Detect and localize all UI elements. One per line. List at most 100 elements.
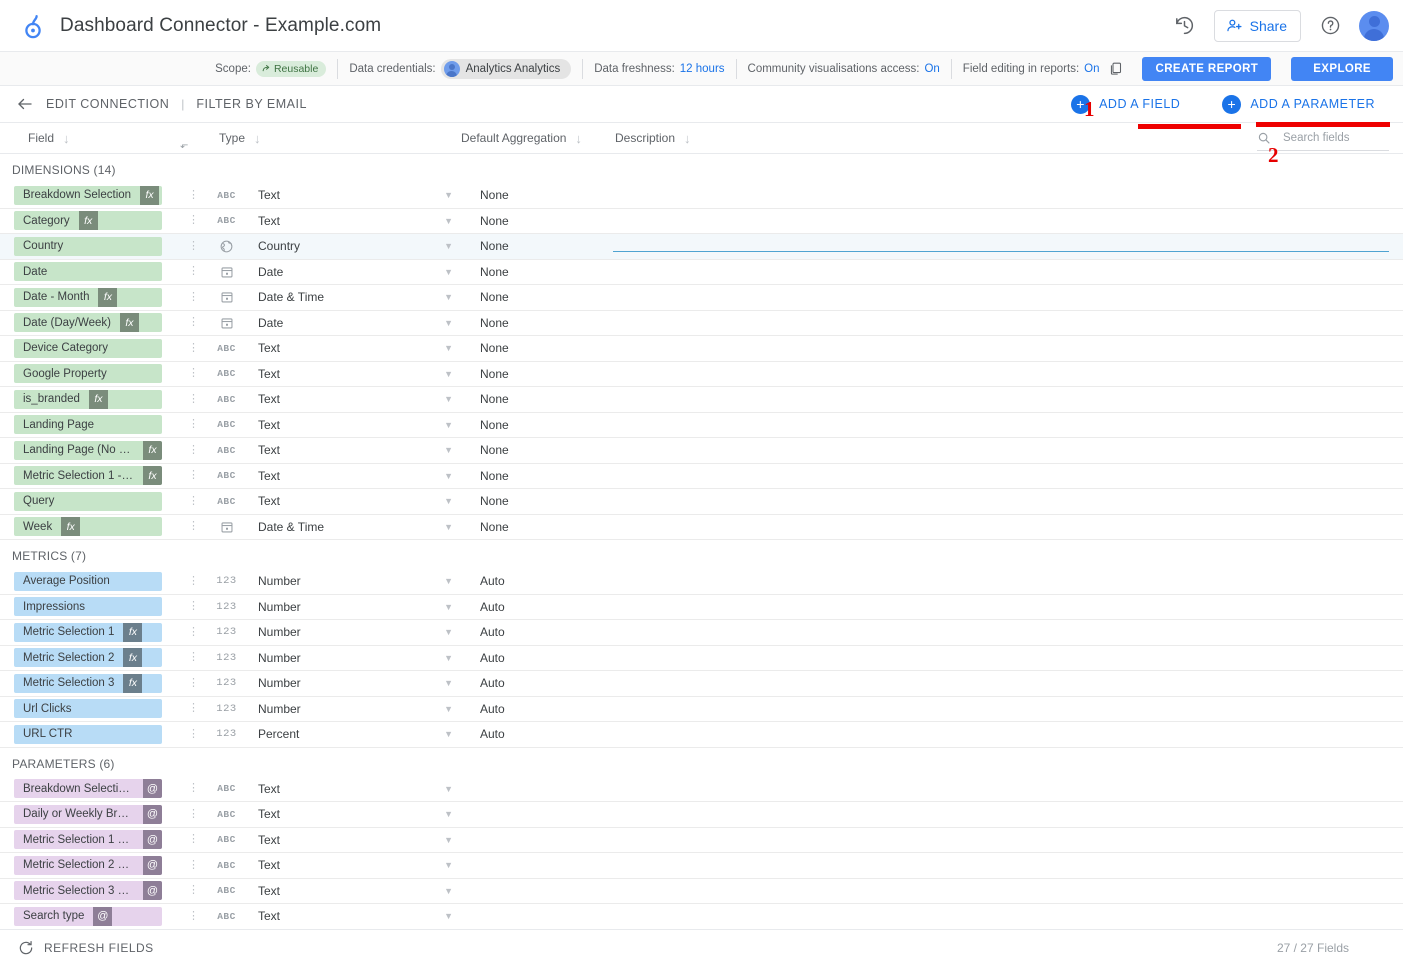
field-chip[interactable]: Metric Selection 1 - Box fx bbox=[14, 466, 162, 486]
row-more-options-button[interactable]: ⋮ bbox=[180, 808, 207, 819]
avatar[interactable] bbox=[1359, 10, 1389, 41]
column-header-type[interactable]: Type ↓ bbox=[180, 131, 461, 145]
field-name-cell[interactable]: Average Position bbox=[0, 571, 180, 591]
field-badge-formula-icon[interactable]: fx bbox=[88, 389, 108, 409]
default-aggregation-cell[interactable]: Auto bbox=[461, 651, 613, 665]
chevron-down-icon[interactable]: ▼ bbox=[444, 216, 453, 226]
field-name-cell[interactable]: Metric Selection 1 Param…@ bbox=[0, 830, 180, 850]
row-more-options-button[interactable]: ⋮ bbox=[180, 470, 207, 481]
chevron-down-icon[interactable]: ▼ bbox=[444, 394, 453, 404]
field-row[interactable]: Metric Selection 1 fx ⋮ 123 Number ▼ Auto bbox=[0, 620, 1403, 646]
row-more-options-button[interactable]: ⋮ bbox=[180, 728, 207, 739]
field-row[interactable]: Metric Selection 2 fx ⋮ 123 Number ▼ Auto bbox=[0, 645, 1403, 671]
copy-icon[interactable] bbox=[1108, 61, 1123, 76]
default-aggregation-cell[interactable]: None bbox=[461, 341, 613, 355]
field-chip[interactable]: Metric Selection 3 Param…@ bbox=[14, 881, 162, 901]
row-more-options-button[interactable]: ⋮ bbox=[180, 521, 207, 532]
default-aggregation-cell[interactable]: None bbox=[461, 265, 613, 279]
field-row[interactable]: Date - Month fx ⋮ Date & Time ▼ None bbox=[0, 285, 1403, 311]
field-name-cell[interactable]: Impressions bbox=[0, 597, 180, 617]
row-more-options-button[interactable]: ⋮ bbox=[180, 240, 207, 251]
description-input-underline[interactable] bbox=[613, 250, 1389, 252]
chevron-down-icon[interactable]: ▼ bbox=[444, 860, 453, 870]
default-aggregation-cell[interactable]: Auto bbox=[461, 702, 613, 716]
field-row[interactable]: Average Position ⋮ 123 Number ▼ Auto bbox=[0, 569, 1403, 595]
description-cell[interactable] bbox=[613, 241, 1403, 252]
chevron-down-icon[interactable]: ▼ bbox=[444, 343, 453, 353]
field-type-select[interactable]: Date & Time ▼ bbox=[246, 520, 461, 534]
field-row[interactable]: Date ⋮ Date ▼ None bbox=[0, 259, 1403, 285]
field-type-select[interactable]: Date ▼ bbox=[246, 316, 461, 330]
row-more-options-button[interactable]: ⋮ bbox=[180, 317, 207, 328]
field-type-select[interactable]: Number ▼ bbox=[246, 625, 461, 639]
row-more-options-button[interactable]: ⋮ bbox=[180, 575, 207, 586]
field-row[interactable]: Landing Page ⋮ ABC Text ▼ None bbox=[0, 412, 1403, 438]
field-chip[interactable]: Date bbox=[14, 262, 162, 282]
field-type-select[interactable]: Number ▼ bbox=[246, 676, 461, 690]
row-more-options-button[interactable]: ⋮ bbox=[180, 703, 207, 714]
default-aggregation-cell[interactable]: Auto bbox=[461, 727, 613, 741]
field-row[interactable]: Metric Selection 3 Param…@ ⋮ ABC Text ▼ bbox=[0, 878, 1403, 904]
chevron-down-icon[interactable]: ▼ bbox=[444, 445, 453, 455]
row-more-options-button[interactable]: ⋮ bbox=[180, 215, 207, 226]
field-row[interactable]: Breakdown Selection fx ⋮ ABC Text ▼ None bbox=[0, 183, 1403, 209]
field-name-cell[interactable]: Date (Day/Week) fx bbox=[0, 313, 180, 333]
field-row[interactable]: Date (Day/Week) fx ⋮ Date ▼ None bbox=[0, 310, 1403, 336]
field-chip[interactable]: Average Position bbox=[14, 571, 162, 591]
filter-by-email-tab[interactable]: FILTER BY EMAIL bbox=[196, 97, 307, 111]
row-more-options-button[interactable]: ⋮ bbox=[180, 652, 207, 663]
field-name-cell[interactable]: Metric Selection 3 Param…@ bbox=[0, 881, 180, 901]
field-type-select[interactable]: Text ▼ bbox=[246, 494, 461, 508]
chevron-down-icon[interactable]: ▼ bbox=[444, 886, 453, 896]
field-row[interactable]: Metric Selection 1 - Box fx ⋮ ABC Text ▼ None bbox=[0, 463, 1403, 489]
field-name-cell[interactable]: Metric Selection 1 fx bbox=[0, 622, 180, 642]
explore-button[interactable]: EXPLORE bbox=[1291, 56, 1393, 81]
field-chip[interactable]: Metric Selection 2 Param…@ bbox=[14, 855, 162, 875]
default-aggregation-cell[interactable]: None bbox=[461, 520, 613, 534]
row-more-options-button[interactable]: ⋮ bbox=[180, 291, 207, 302]
field-badge-formula-icon[interactable]: fx bbox=[143, 440, 162, 460]
field-type-select[interactable]: Text ▼ bbox=[246, 214, 461, 228]
field-type-select[interactable]: Text ▼ bbox=[246, 392, 461, 406]
field-type-select[interactable]: Text ▼ bbox=[246, 807, 461, 821]
chevron-down-icon[interactable]: ▼ bbox=[444, 190, 453, 200]
field-name-cell[interactable]: Country bbox=[0, 236, 180, 256]
chevron-down-icon[interactable]: ▼ bbox=[444, 627, 453, 637]
column-resize-handle-icon[interactable]: ⬐ bbox=[180, 140, 188, 151]
default-aggregation-cell[interactable]: Auto bbox=[461, 625, 613, 639]
field-type-select[interactable]: Number ▼ bbox=[246, 574, 461, 588]
field-name-cell[interactable]: Device Category bbox=[0, 338, 180, 358]
field-name-cell[interactable]: Daily or Weekly Breakdown@ bbox=[0, 804, 180, 824]
field-type-select[interactable]: Text ▼ bbox=[246, 884, 461, 898]
refresh-fields-button[interactable]: REFRESH FIELDS bbox=[18, 940, 154, 956]
field-name-cell[interactable]: Week fx bbox=[0, 517, 180, 537]
credentials-chip[interactable]: Analytics Analytics bbox=[440, 58, 572, 79]
field-chip[interactable]: Category fx bbox=[14, 211, 162, 231]
field-chip[interactable]: Google Property bbox=[14, 364, 162, 384]
field-name-cell[interactable]: Query bbox=[0, 491, 180, 511]
create-report-button[interactable]: CREATE REPORT bbox=[1142, 56, 1272, 81]
field-type-select[interactable]: Text ▼ bbox=[246, 443, 461, 457]
field-chip[interactable]: Date - Month fx bbox=[14, 287, 162, 307]
field-name-cell[interactable]: Breakdown Selection fx bbox=[0, 185, 180, 205]
default-aggregation-cell[interactable]: None bbox=[461, 290, 613, 304]
row-more-options-button[interactable]: ⋮ bbox=[180, 495, 207, 506]
row-more-options-button[interactable]: ⋮ bbox=[180, 189, 207, 200]
field-row[interactable]: URL CTR ⋮ 123 Percent ▼ Auto bbox=[0, 722, 1403, 748]
chevron-down-icon[interactable]: ▼ bbox=[444, 496, 453, 506]
field-editing-value[interactable]: On bbox=[1084, 63, 1099, 75]
field-type-select[interactable]: Text ▼ bbox=[246, 341, 461, 355]
default-aggregation-cell[interactable]: None bbox=[461, 214, 613, 228]
field-name-cell[interactable]: Search type @ bbox=[0, 906, 180, 926]
field-chip[interactable]: Date (Day/Week) fx bbox=[14, 313, 162, 333]
field-chip[interactable]: Impressions bbox=[14, 597, 162, 617]
chevron-down-icon[interactable]: ▼ bbox=[444, 471, 453, 481]
field-type-select[interactable]: Text ▼ bbox=[246, 418, 461, 432]
field-badge-formula-icon[interactable]: fx bbox=[98, 287, 118, 307]
field-name-cell[interactable]: Date - Month fx bbox=[0, 287, 180, 307]
row-more-options-button[interactable]: ⋮ bbox=[180, 266, 207, 277]
default-aggregation-cell[interactable]: None bbox=[461, 188, 613, 202]
default-aggregation-cell[interactable]: None bbox=[461, 239, 613, 253]
column-header-default-aggregation[interactable]: Default Aggregation ↓ bbox=[461, 131, 613, 145]
field-type-select[interactable]: Text ▼ bbox=[246, 469, 461, 483]
